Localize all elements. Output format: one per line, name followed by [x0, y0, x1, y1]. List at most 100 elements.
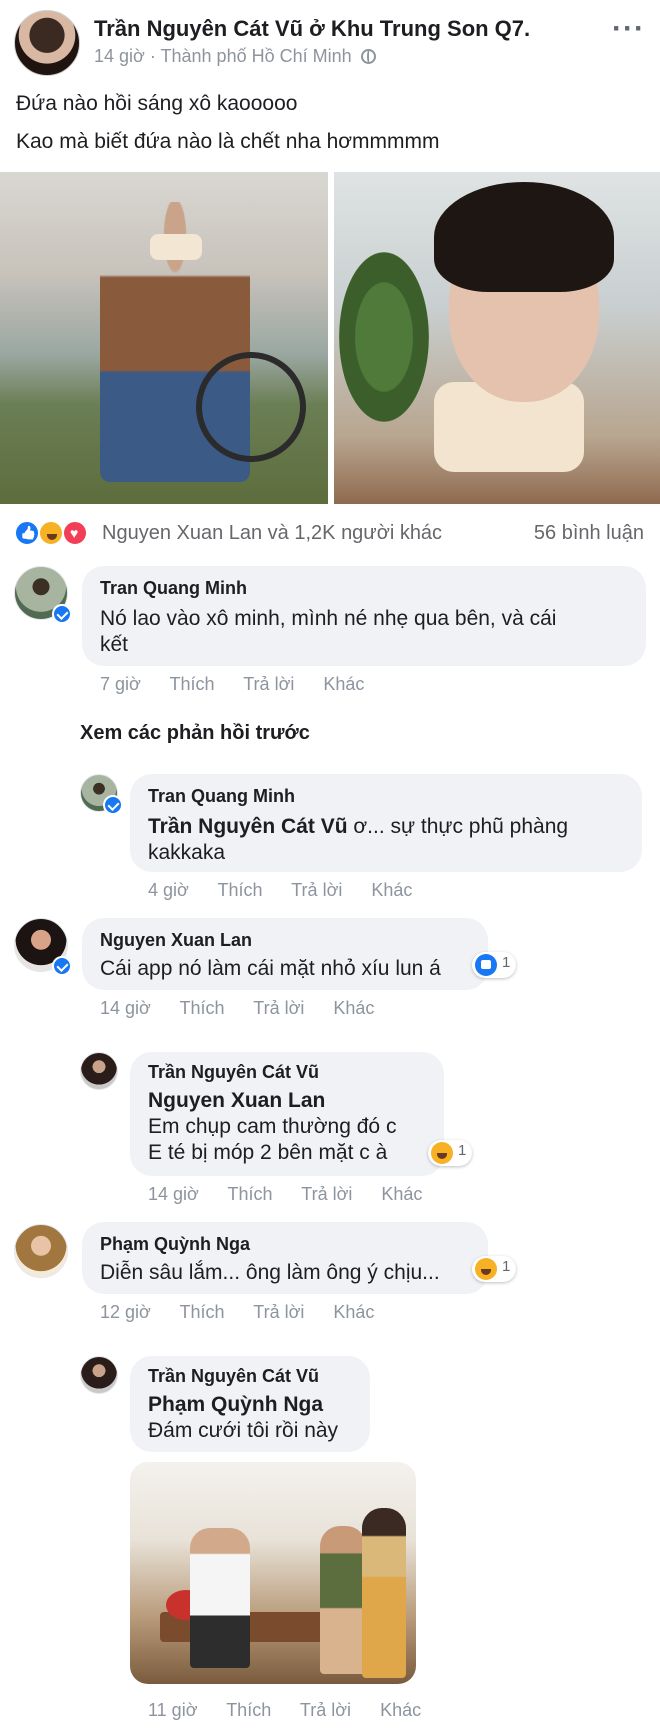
comment-text-line: Em chụp cam thường đó c: [148, 1115, 397, 1138]
comment-time: 7 giờ: [100, 674, 141, 694]
comment-bubble: Tran Quang Minh Nó lao vào xô minh, mình…: [82, 566, 646, 666]
verified-icon: [52, 604, 72, 624]
comment-text-line: Nó lao vào xô minh, mình né nhẹ qua bên,…: [100, 607, 557, 630]
commenter-name[interactable]: Nguyen Xuan Lan: [100, 930, 252, 951]
comment-reaction[interactable]: 1: [472, 952, 517, 978]
author-name[interactable]: Trần Nguyên Cát Vũ: [94, 16, 303, 41]
mention-tag[interactable]: Trần Nguyên Cát Vũ: [148, 815, 348, 838]
comment-bubble: Trần Nguyên Cát Vũ Phạm Quỳnh Nga Đám cư…: [130, 1356, 370, 1452]
like-button[interactable]: Thích: [226, 1700, 271, 1720]
photo-plant: [339, 252, 429, 422]
reply-button[interactable]: Trả lời: [301, 1184, 352, 1204]
comment-text-line: Đám cưới tôi rồi này: [148, 1419, 339, 1442]
like-button[interactable]: Thích: [218, 880, 263, 900]
reaction-count: 1: [502, 1258, 511, 1275]
reaction-count: 1: [502, 954, 511, 971]
love-icon[interactable]: [62, 520, 88, 546]
post-header: Trần Nguyên Cát Vũ ở Khu Trung Son Q7. 1…: [0, 0, 660, 80]
comment-time: 12 giờ: [100, 1302, 151, 1322]
haha-icon: [475, 1258, 497, 1280]
comment-text: ơ... sự thực phũ phàng: [353, 815, 569, 838]
comment-actions: 14 giờ Thích Trả lời Khác: [100, 998, 398, 1019]
reply-button[interactable]: Trả lời: [243, 674, 294, 694]
more-button[interactable]: Khác: [333, 998, 374, 1018]
photo-hair: [434, 182, 614, 292]
comment-actions: 14 giờ Thích Trả lời Khác: [148, 1184, 446, 1205]
comment-text-line: E té bị móp 2 bên mặt c à: [148, 1141, 388, 1164]
comment-text-line: kakkaka: [148, 841, 226, 864]
like-icon: [475, 954, 497, 976]
comment-photo[interactable]: [130, 1462, 416, 1684]
more-button[interactable]: Khác: [371, 880, 412, 900]
post-place: Thành phố Hồ Chí Minh: [160, 46, 352, 66]
more-button[interactable]: Khác: [323, 674, 364, 694]
comment-text-line: kết: [100, 633, 129, 656]
comment-actions: 12 giờ Thích Trả lời Khác: [100, 1302, 398, 1323]
like-button[interactable]: Thích: [170, 674, 215, 694]
reply-button[interactable]: Trả lời: [253, 1302, 304, 1322]
haha-icon: [431, 1142, 453, 1164]
comment-text-line: Trần Nguyên Cát Vũ ơ... sự thực phũ phàn…: [148, 814, 568, 840]
reactions-summary[interactable]: Nguyen Xuan Lan và 1,2K người khác: [102, 522, 442, 545]
reactions-bar: Nguyen Xuan Lan và 1,2K người khác 56 bì…: [0, 518, 660, 554]
mention-tag: Nguyen Xuan Lan: [148, 1088, 325, 1114]
commenter-name[interactable]: Tran Quang Minh: [100, 578, 247, 599]
like-button[interactable]: Thích: [228, 1184, 273, 1204]
comment-bubble: Tran Quang Minh Trần Nguyên Cát Vũ ơ... …: [130, 774, 642, 872]
comment-actions: 4 giờ Thích Trả lời Khác: [148, 880, 436, 901]
more-icon[interactable]: ···: [612, 14, 644, 44]
mention-tag-line: Phạm Quỳnh Nga: [148, 1392, 323, 1418]
mention-tag[interactable]: Nguyen Xuan Lan: [148, 1089, 325, 1112]
more-button[interactable]: Khác: [381, 1184, 422, 1204]
commenter-name[interactable]: Phạm Quỳnh Nga: [100, 1234, 250, 1255]
reply-button[interactable]: Trả lời: [300, 1700, 351, 1720]
reply-button[interactable]: Trả lời: [291, 880, 342, 900]
commenter-name[interactable]: Trần Nguyên Cát Vũ: [148, 1062, 319, 1083]
commenter-name[interactable]: Trần Nguyên Cát Vũ: [148, 1366, 319, 1387]
post-time[interactable]: 14 giờ: [94, 46, 145, 66]
photo-person: [362, 1508, 406, 1678]
comment-time: 11 giờ: [148, 1700, 198, 1720]
more-button[interactable]: Khác: [333, 1302, 374, 1322]
commenter-name[interactable]: Tran Quang Minh: [148, 786, 295, 807]
verified-icon: [103, 795, 123, 815]
commenter-avatar[interactable]: [80, 1356, 118, 1394]
post-text-line-1: Đứa nào hồi sáng xô kaooooo: [16, 92, 298, 115]
like-button[interactable]: Thích: [180, 1302, 225, 1322]
globe-icon: [360, 49, 376, 64]
comment-reaction[interactable]: 1: [428, 1140, 473, 1166]
comment-text-line: Diễn sâu lắm... ông làm ông ý chịu...: [100, 1261, 440, 1284]
comment-actions: 11 giờ Thích Trả lời Khác: [148, 1700, 445, 1721]
post-photo-closeup[interactable]: [334, 172, 660, 504]
comment-actions: 7 giờ Thích Trả lời Khác: [100, 674, 388, 695]
comment-reaction[interactable]: 1: [472, 1256, 517, 1282]
post-author[interactable]: Trần Nguyên Cát Vũ ở Khu Trung Son Q7.: [94, 16, 530, 42]
post-photo-wheelchair[interactable]: [0, 172, 328, 504]
view-previous-replies[interactable]: Xem các phản hồi trước: [80, 722, 310, 745]
comment-text-line: Cái app nó làm cái mặt nhỏ xíu lun á: [100, 957, 441, 980]
post-text-line-2: Kao mà biết đứa nào là chết nha hơmmmmm: [16, 130, 440, 153]
commenter-avatar[interactable]: [14, 1224, 68, 1278]
more-button[interactable]: Khác: [380, 1700, 421, 1720]
comment-time: 4 giờ: [148, 880, 189, 900]
photo-person: [190, 1528, 250, 1668]
like-icon[interactable]: [14, 520, 40, 546]
photo-neck-brace: [150, 234, 202, 260]
author-location[interactable]: ở Khu Trung Son Q7.: [309, 16, 530, 41]
like-button[interactable]: Thích: [180, 998, 225, 1018]
reply-button[interactable]: Trả lời: [253, 998, 304, 1018]
mention-tag[interactable]: Phạm Quỳnh Nga: [148, 1393, 323, 1416]
haha-icon[interactable]: [38, 520, 64, 546]
comment-bubble: Trần Nguyên Cát Vũ Nguyen Xuan Lan Em ch…: [130, 1052, 444, 1176]
post-meta: 14 giờ · Thành phố Hồ Chí Minh: [94, 46, 376, 67]
comment-time: 14 giờ: [100, 998, 151, 1018]
author-avatar[interactable]: [14, 10, 80, 76]
verified-icon: [52, 956, 72, 976]
commenter-avatar[interactable]: [80, 1052, 118, 1090]
comment-time: 14 giờ: [148, 1184, 199, 1204]
comment-count[interactable]: 56 bình luận: [534, 522, 644, 545]
comment-bubble: Nguyen Xuan Lan Cái app nó làm cái mặt n…: [82, 918, 488, 990]
comment-bubble: Phạm Quỳnh Nga Diễn sâu lắm... ông làm ô…: [82, 1222, 488, 1294]
photo-person: [320, 1526, 366, 1674]
photo-wheelchair-wheel: [196, 352, 306, 462]
